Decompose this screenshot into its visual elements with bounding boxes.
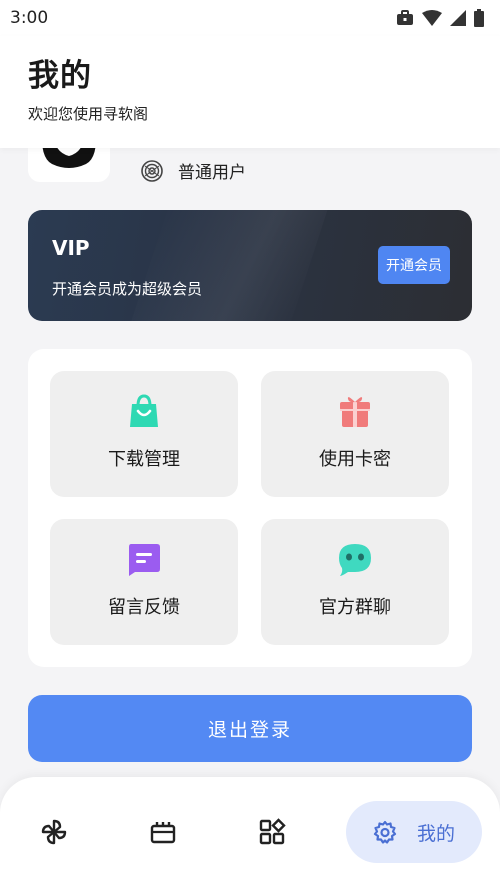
nav-item-tickets[interactable] xyxy=(148,817,178,847)
battery-icon xyxy=(474,9,484,27)
nav-item-apps[interactable] xyxy=(257,817,287,847)
nav-item-home[interactable] xyxy=(39,817,69,847)
status-time: 3:00 xyxy=(10,8,49,28)
menu-item-label: 官方群聊 xyxy=(319,597,391,618)
status-bar: 3:00 xyxy=(0,0,500,36)
vip-card: VIP 开通会员成为超级会员 开通会员 xyxy=(28,210,472,321)
message-icon xyxy=(127,541,161,577)
menu-item-label: 留言反馈 xyxy=(108,597,180,618)
pinwheel-icon xyxy=(41,819,67,845)
vip-card-sheen xyxy=(118,210,338,321)
logout-button[interactable]: 退出登录 xyxy=(28,695,472,762)
page-title: 我的 xyxy=(28,58,92,94)
user-type-label: 普通用户 xyxy=(178,163,246,183)
page-subtitle: 欢迎您使用寻软阁 xyxy=(28,105,149,123)
menu-card: 下载管理 使用卡密 留言反馈 官方群聊 xyxy=(28,349,472,667)
shopping-bag-icon xyxy=(127,393,161,429)
wifi-icon xyxy=(422,10,442,26)
vip-title: VIP xyxy=(52,236,90,260)
status-icons xyxy=(396,9,484,27)
menu-item-use-card-key[interactable]: 使用卡密 xyxy=(261,371,449,497)
chat-bubble-icon xyxy=(338,541,372,577)
page-header: 我的 欢迎您使用寻软阁 xyxy=(0,36,500,148)
ticket-icon xyxy=(150,822,176,844)
menu-item-feedback[interactable]: 留言反馈 xyxy=(50,519,238,645)
gear-icon xyxy=(373,820,397,844)
gift-icon xyxy=(338,393,372,429)
bottom-nav: 我的 xyxy=(0,777,500,888)
open-vip-button[interactable]: 开通会员 xyxy=(378,246,450,284)
user-type: 普通用户 xyxy=(140,158,246,183)
menu-item-official-group[interactable]: 官方群聊 xyxy=(261,519,449,645)
profile-row: 普通用户 xyxy=(28,128,472,186)
signal-icon xyxy=(450,10,466,26)
menu-item-label: 下载管理 xyxy=(108,449,180,470)
apps-grid-icon xyxy=(259,818,286,845)
nav-item-label: 我的 xyxy=(416,822,455,845)
nav-item-mine[interactable]: 我的 xyxy=(346,801,482,863)
menu-item-download-manager[interactable]: 下载管理 xyxy=(50,371,238,497)
vip-description: 开通会员成为超级会员 xyxy=(52,280,203,298)
briefcase-icon xyxy=(397,10,413,25)
user-badge-icon xyxy=(141,159,163,182)
menu-item-label: 使用卡密 xyxy=(319,449,391,470)
